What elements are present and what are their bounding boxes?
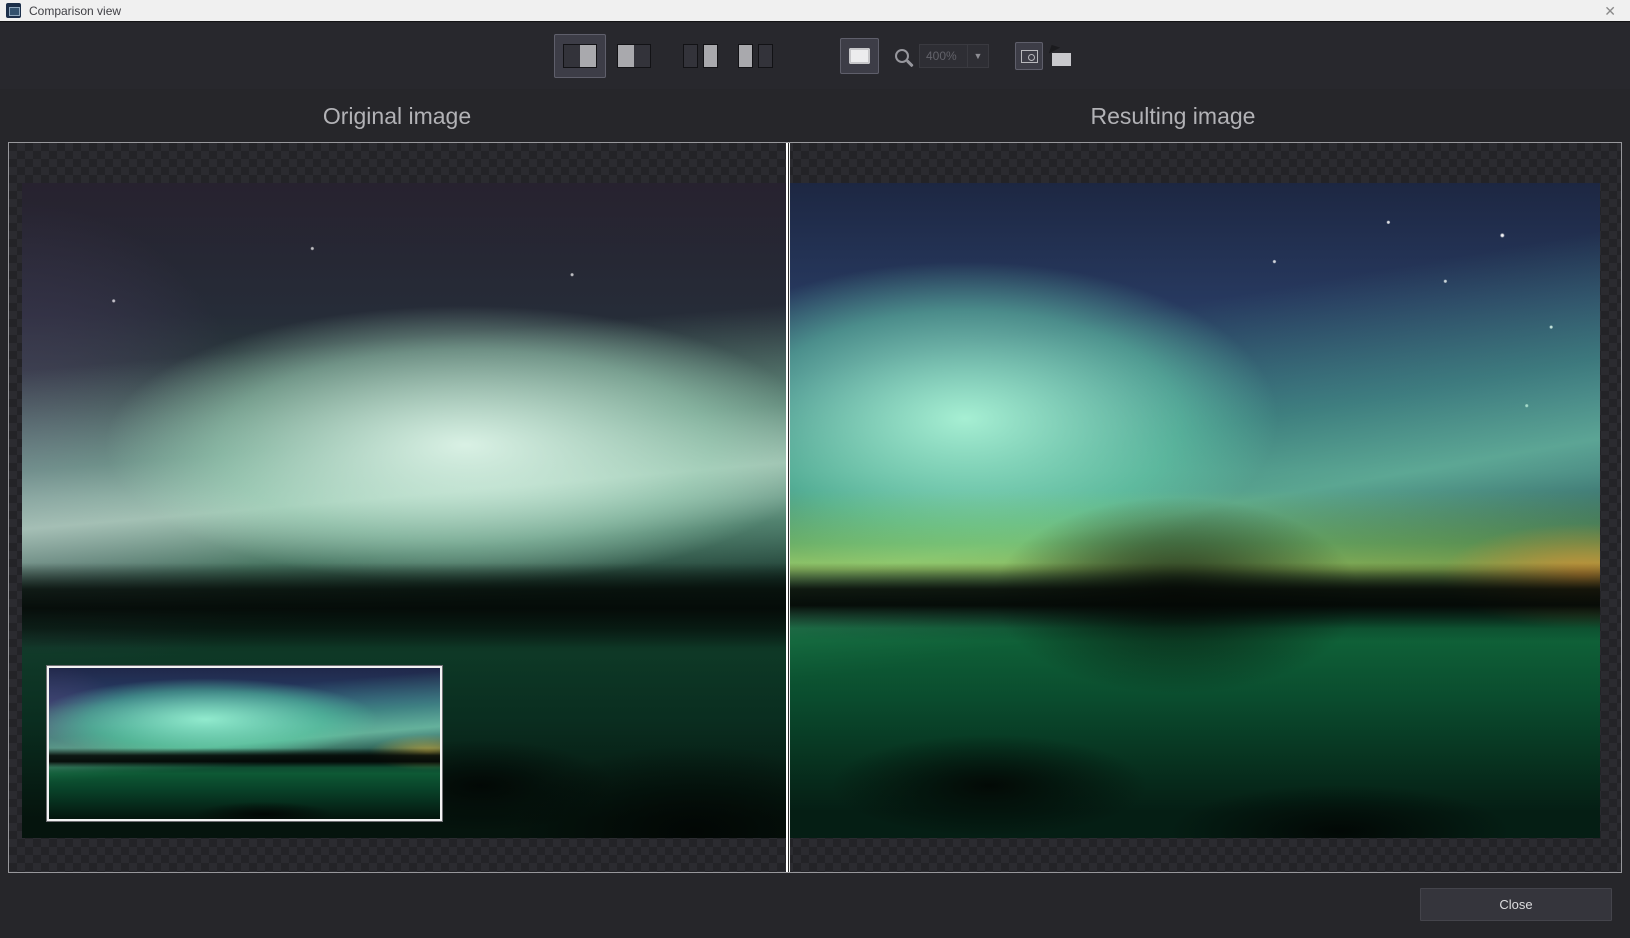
window-title: Comparison view	[29, 4, 121, 18]
split-divider-handle[interactable]	[786, 143, 790, 872]
window-close-icon[interactable]: ✕	[1604, 4, 1616, 18]
navigator-preview-icon	[849, 48, 870, 64]
comparison-view-window: Comparison view ✕	[0, 0, 1630, 938]
close-button[interactable]: Close	[1420, 888, 1612, 921]
fit-view-icon	[1021, 50, 1038, 63]
panel-labels: Original image Resulting image	[8, 98, 1622, 134]
split-view-original-left-icon	[563, 44, 597, 68]
original-image-label: Original image	[8, 98, 786, 134]
app-icon	[6, 3, 21, 18]
view-mode-side-by-side-original-right-button[interactable]	[729, 34, 782, 78]
titlebar: Comparison view ✕	[0, 0, 1630, 22]
fit-to-view-button[interactable]	[1015, 42, 1043, 70]
view-mode-split-original-right-button[interactable]	[608, 34, 660, 78]
resulting-image-half	[786, 183, 1600, 838]
zoom-level-value: 400%	[926, 49, 957, 63]
zoom-level-input[interactable]: 400%	[919, 44, 967, 68]
navigator-thumbnail[interactable]	[47, 666, 442, 821]
comparison-viewport[interactable]	[8, 142, 1622, 873]
pan-cursor-icon	[1052, 53, 1071, 66]
view-mode-split-original-left-button[interactable]	[554, 34, 606, 78]
chevron-down-icon: ▼	[974, 51, 983, 61]
side-by-side-original-left-icon	[683, 44, 718, 68]
split-view-original-right-icon	[617, 44, 651, 68]
toolbar: 400% ▼	[0, 23, 1630, 89]
navigator-toggle-button[interactable]	[840, 38, 879, 74]
side-by-side-original-right-icon	[738, 44, 773, 68]
resulting-image-label: Resulting image	[786, 98, 1622, 134]
view-mode-side-by-side-original-left-button[interactable]	[674, 34, 727, 78]
zoom-level-dropdown-button[interactable]: ▼	[967, 44, 989, 68]
pan-mode-button[interactable]	[1047, 42, 1076, 70]
magnifier-icon	[895, 49, 909, 63]
